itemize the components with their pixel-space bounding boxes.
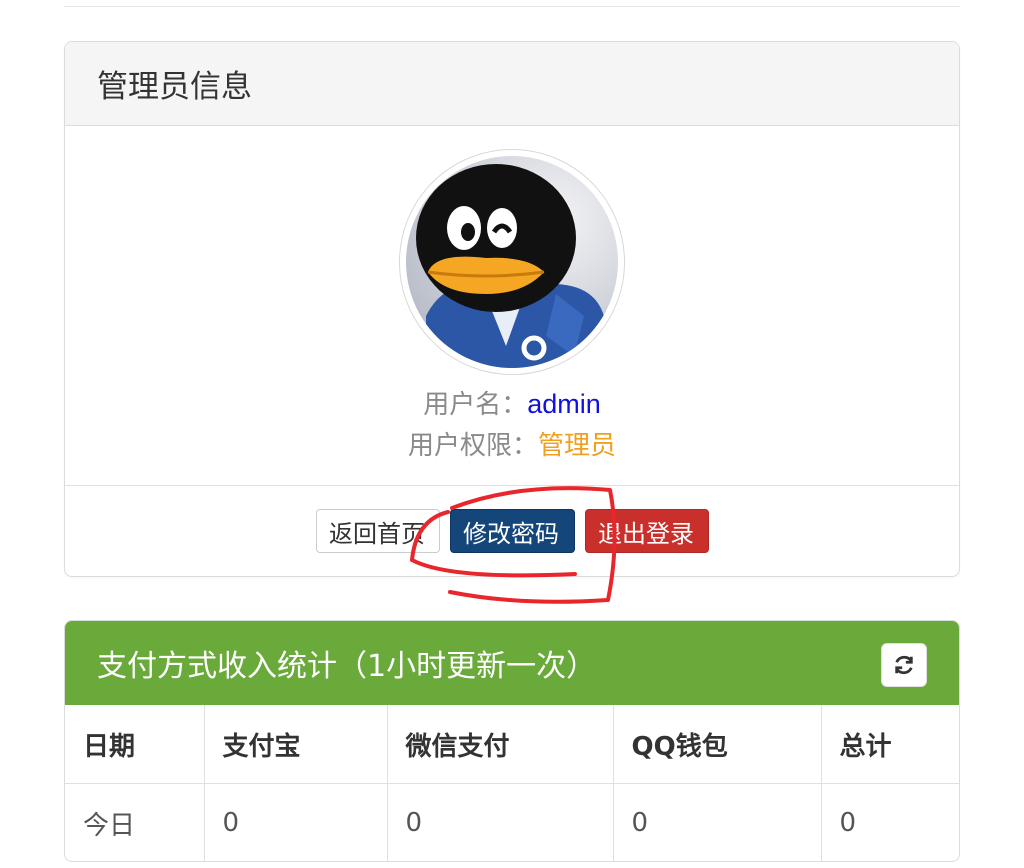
- role-line: 用户权限：管理员: [65, 425, 959, 462]
- cell-qq-wallet: 0: [612, 783, 822, 861]
- admin-panel-body: 用户名：admin 用户权限：管理员: [65, 126, 959, 486]
- change-password-button[interactable]: 修改密码: [450, 509, 575, 553]
- avatar: [399, 149, 625, 375]
- header-alipay: 支付宝: [203, 705, 388, 784]
- table-header-row: 日期 支付宝 微信支付 QQ钱包 总计: [65, 705, 959, 784]
- stats-panel-title: 支付方式收入统计（1小时更新一次）: [97, 649, 597, 684]
- cell-total: 0: [820, 783, 959, 861]
- table-row: 今日 0 0 0 0: [65, 783, 959, 861]
- role-value: 管理员: [538, 431, 617, 461]
- header-total: 总计: [820, 705, 959, 784]
- admin-panel-title: 管理员信息: [65, 42, 959, 126]
- header-wechat-pay: 微信支付: [386, 705, 614, 784]
- role-label: 用户权限：: [407, 431, 538, 461]
- admin-panel-footer: 返回首页 修改密码 退出登录: [65, 486, 959, 575]
- header-qq-wallet: QQ钱包: [612, 705, 822, 784]
- cell-date: 今日: [65, 783, 205, 861]
- cell-alipay: 0: [203, 783, 388, 861]
- username-label: 用户名：: [423, 390, 528, 420]
- income-stats-table: 日期 支付宝 微信支付 QQ钱包 总计 今日 0 0 0 0: [65, 705, 959, 861]
- cell-wechat-pay: 0: [386, 783, 614, 861]
- stats-panel-title-bar: 支付方式收入统计（1小时更新一次）: [65, 621, 959, 705]
- qq-penguin-avatar-icon: [406, 156, 618, 368]
- logout-button[interactable]: 退出登录: [585, 509, 709, 553]
- header-date: 日期: [65, 705, 205, 784]
- refresh-icon: [895, 655, 913, 675]
- income-stats-panel: 支付方式收入统计（1小时更新一次） 日期 支付宝 微信支付 QQ钱包 总计 今日…: [64, 620, 960, 862]
- refresh-button[interactable]: [881, 643, 927, 687]
- home-button[interactable]: 返回首页: [316, 509, 440, 553]
- username-line: 用户名：admin: [65, 384, 959, 421]
- username-value: admin: [527, 389, 601, 419]
- admin-info-panel: 管理员信息 用户名：admin 用户权限：管理员 返回首页 修改密码 退出登录: [64, 41, 960, 577]
- top-divider: [64, 0, 960, 7]
